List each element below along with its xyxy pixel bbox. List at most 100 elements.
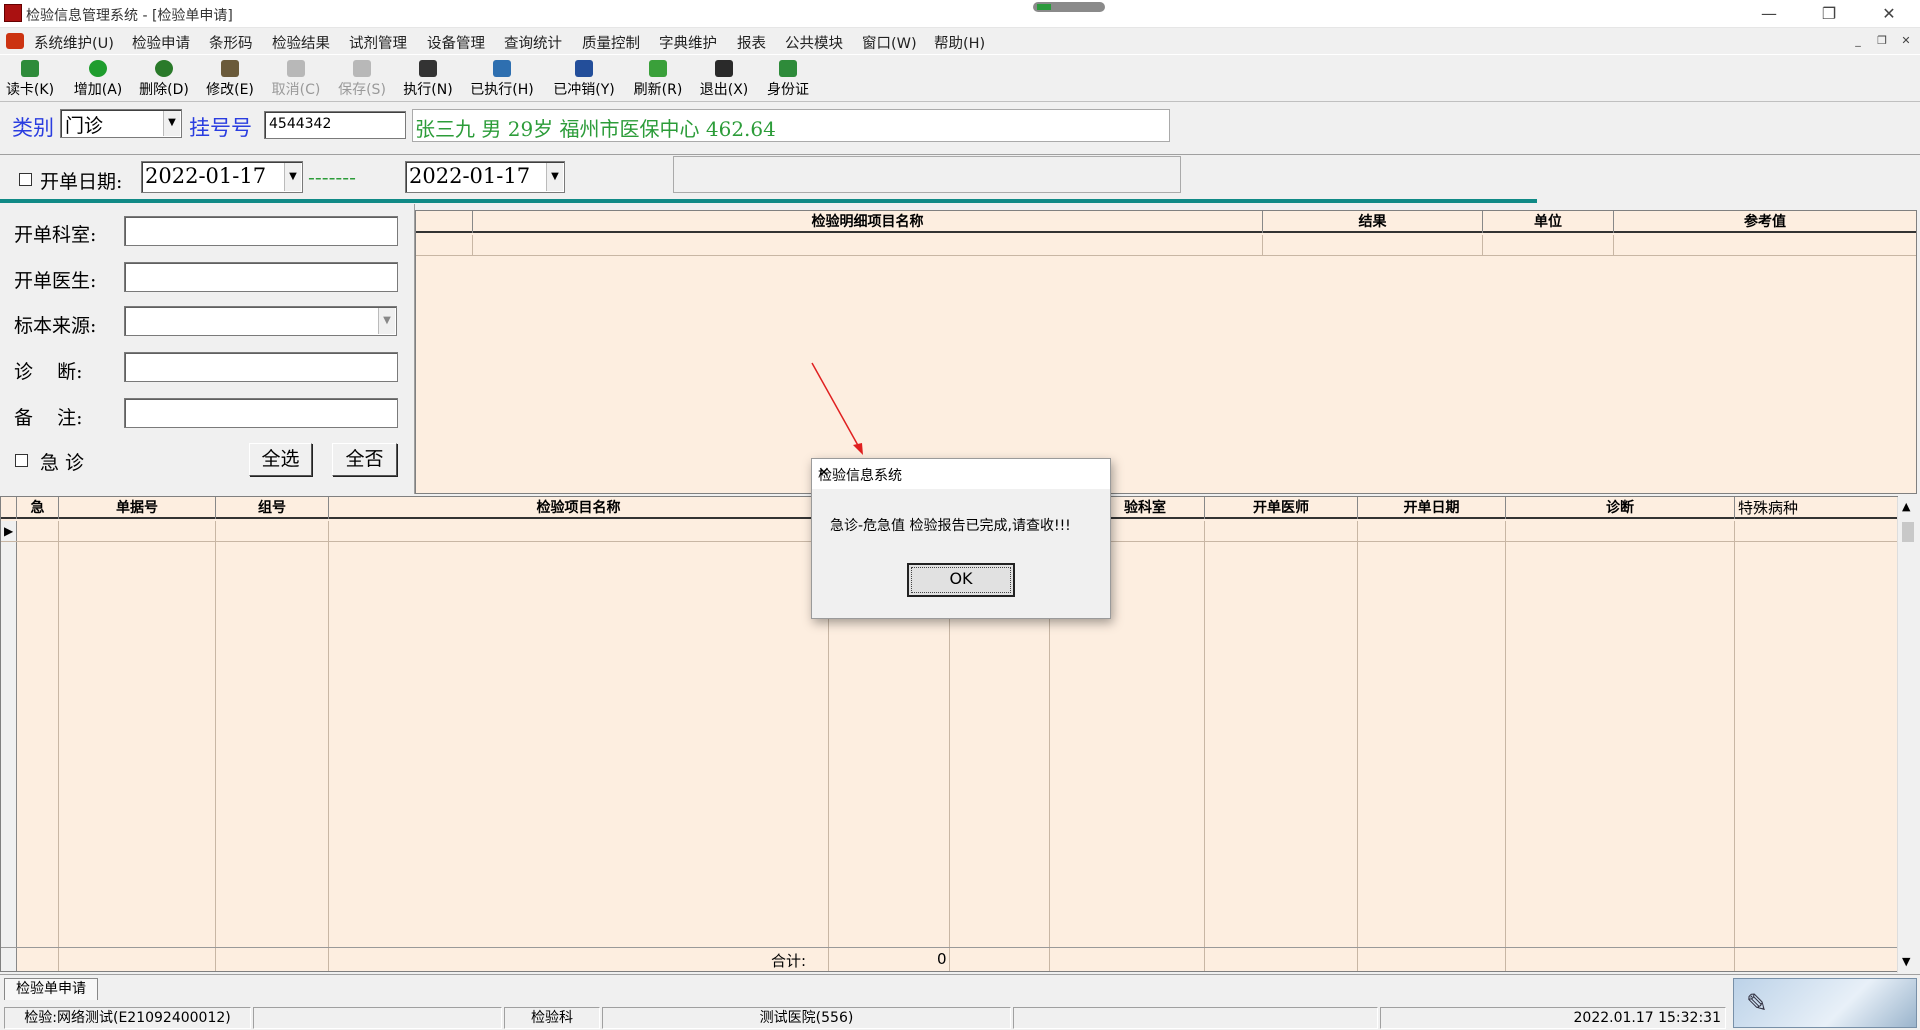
mdi-close-icon[interactable]: ✕ xyxy=(1897,33,1915,49)
ok-button[interactable]: OK xyxy=(907,563,1015,597)
exit-button[interactable]: 退出(X) xyxy=(696,57,752,101)
status-hospital: 测试医院(556) xyxy=(602,1007,1011,1029)
column-header[interactable]: 开单日期 xyxy=(1358,497,1506,519)
column-header[interactable]: 急 xyxy=(17,497,59,519)
status-department: 检验科 xyxy=(504,1007,600,1029)
read-card-button[interactable]: 读卡(K) xyxy=(4,57,56,101)
edit-icon xyxy=(221,60,239,77)
scroll-down-icon[interactable]: ▼ xyxy=(1902,955,1910,968)
reversed-button[interactable]: 已冲销(Y) xyxy=(548,57,620,101)
diagnosis-input[interactable] xyxy=(124,352,398,382)
total-label: 合计: xyxy=(771,952,807,970)
vertical-scrollbar[interactable]: ▲ ▼ xyxy=(1897,497,1917,973)
add-icon xyxy=(89,60,107,77)
toolbar: 读卡(K) 增加(A) 删除(D) 修改(E) 取消(C) 保存(S) 执行(N… xyxy=(0,54,1920,102)
urgent-checkbox[interactable] xyxy=(15,454,28,467)
chevron-down-icon[interactable]: ▼ xyxy=(163,111,180,136)
urgent-label: 急 诊 xyxy=(40,452,85,474)
menu-quality[interactable]: 质量控制 xyxy=(582,32,640,53)
status-bar: 检验:网络测试(E21092400012) 检验科 测试医院(556) 2022… xyxy=(0,1004,1920,1030)
menu-reagent[interactable]: 试剂管理 xyxy=(349,32,407,53)
date-filter-checkbox[interactable] xyxy=(19,173,32,186)
menu-barcode[interactable]: 条形码 xyxy=(209,32,253,53)
column-header[interactable]: 组号 xyxy=(216,497,329,519)
column-header[interactable]: 参考值 xyxy=(1614,211,1916,233)
chevron-down-icon[interactable]: ▼ xyxy=(284,163,301,191)
minimize-icon[interactable]: — xyxy=(1746,2,1792,26)
window-title-bar: 检验信息管理系统 - [检验单申请] — ❐ ✕ xyxy=(0,0,1920,28)
patient-info: 张三九 男 29岁 福州市医保中心 462.64 xyxy=(412,109,1170,142)
column-header[interactable]: 检验明细项目名称 xyxy=(473,211,1263,233)
column-header[interactable]: 结果 xyxy=(1263,211,1483,233)
diagnosis-label: 诊 断: xyxy=(14,361,83,383)
chevron-down-icon[interactable]: ▼ xyxy=(546,163,563,191)
card-icon xyxy=(21,60,39,77)
column-header[interactable]: 特殊病种 xyxy=(1735,497,1897,519)
close-icon[interactable]: ✕ xyxy=(818,465,1102,481)
remark-input[interactable] xyxy=(124,398,398,428)
executed-button[interactable]: 已执行(H) xyxy=(466,57,538,101)
delete-button[interactable]: 删除(D) xyxy=(136,57,192,101)
column-header[interactable]: 诊断 xyxy=(1506,497,1735,519)
add-button[interactable]: 增加(A) xyxy=(70,57,126,101)
column-header[interactable]: 单据号 xyxy=(59,497,216,519)
registration-input[interactable]: 4544342 xyxy=(264,111,406,139)
refresh-button[interactable]: 刷新(R) xyxy=(630,57,686,101)
doctor-label: 开单医生: xyxy=(14,270,97,292)
row-indicator-column xyxy=(416,211,473,233)
column-header[interactable]: 单位 xyxy=(1483,211,1614,233)
specimen-select[interactable]: ▼ xyxy=(124,306,397,336)
close-icon[interactable]: ✕ xyxy=(1866,2,1912,26)
exit-icon xyxy=(715,60,733,77)
executed-icon xyxy=(493,60,511,77)
select-none-button[interactable]: 全否 xyxy=(332,443,397,476)
mdi-minimize-icon[interactable]: _ xyxy=(1849,33,1867,49)
reversed-icon xyxy=(575,60,593,77)
mdi-restore-icon[interactable]: ❐ xyxy=(1873,33,1891,49)
dialog-title-bar: 检验信息系统 ✕ xyxy=(812,459,1110,489)
id-card-button[interactable]: 身份证 xyxy=(762,57,814,101)
specimen-label: 标本来源: xyxy=(14,315,97,337)
menu-common[interactable]: 公共模块 xyxy=(785,32,843,53)
menu-system[interactable]: 系统维护(U) xyxy=(34,32,114,53)
menu-help[interactable]: 帮助(H) xyxy=(934,32,985,53)
total-value: 0 xyxy=(937,950,947,968)
progress-bar xyxy=(0,199,1537,203)
delete-icon xyxy=(155,60,173,77)
menu-report[interactable]: 报表 xyxy=(737,32,766,53)
date-separator: ------- xyxy=(308,167,356,189)
decorative-banner-image: ✎ xyxy=(1733,978,1917,1028)
chevron-down-icon[interactable]: ▼ xyxy=(378,308,395,334)
select-all-button[interactable]: 全选 xyxy=(249,443,312,476)
tab-apply[interactable]: 检验单申请 xyxy=(4,978,98,1000)
system-menu-icon[interactable] xyxy=(6,33,24,49)
edit-button[interactable]: 修改(E) xyxy=(202,57,258,101)
date-to-picker[interactable]: 2022-01-17 ▼ xyxy=(405,161,565,193)
dept-input[interactable] xyxy=(124,216,398,246)
execute-button[interactable]: 执行(N) xyxy=(400,57,456,101)
refresh-icon xyxy=(649,60,667,77)
app-icon xyxy=(4,4,22,22)
detail-grid: 检验明细项目名称 结果 单位 参考值 xyxy=(415,210,1917,494)
menu-result[interactable]: 检验结果 xyxy=(272,32,330,53)
menu-device[interactable]: 设备管理 xyxy=(427,32,485,53)
menu-query[interactable]: 查询统计 xyxy=(504,32,562,53)
progress-indicator xyxy=(1033,2,1105,12)
doctor-input[interactable] xyxy=(124,262,398,292)
date-from-picker[interactable]: 2022-01-17 ▼ xyxy=(141,161,303,193)
category-select[interactable]: 门诊 ▼ xyxy=(60,109,182,138)
window-title: 检验信息管理系统 - [检验单申请] xyxy=(26,8,233,24)
menu-apply[interactable]: 检验申请 xyxy=(132,32,190,53)
calligraphy-icon: ✎ xyxy=(1746,989,1768,1019)
save-button[interactable]: 保存(S) xyxy=(334,57,390,101)
scroll-up-icon[interactable]: ▲ xyxy=(1902,500,1910,513)
date-label: 开单日期: xyxy=(40,171,123,193)
column-header[interactable]: 开单医师 xyxy=(1205,497,1358,519)
menu-window[interactable]: 窗口(W) xyxy=(862,32,917,53)
menu-dictionary[interactable]: 字典维护 xyxy=(659,32,717,53)
column-header[interactable]: 检验项目名称 xyxy=(329,497,829,519)
scroll-thumb[interactable] xyxy=(1902,522,1914,542)
table-row xyxy=(416,255,1916,256)
restore-icon[interactable]: ❐ xyxy=(1806,2,1852,26)
cancel-button[interactable]: 取消(C) xyxy=(268,57,324,101)
